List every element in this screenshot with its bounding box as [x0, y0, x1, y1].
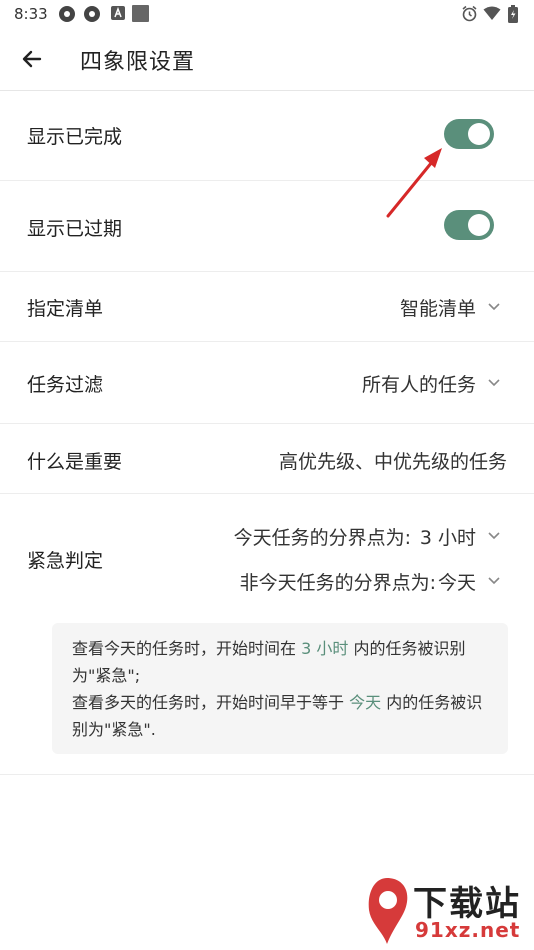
setting-label: 显示已过期	[27, 218, 123, 240]
urgency-info-box: 查看今天的任务时，开始时间在 3 小时 内的任务被识别为"紧急"; 查看多天的任…	[52, 623, 508, 754]
back-arrow-icon[interactable]	[16, 43, 48, 75]
setting-label: 任务过滤	[27, 374, 104, 396]
setting-row-list[interactable]: 指定清单 智能清单	[0, 272, 534, 342]
chevron-down-icon[interactable]	[487, 576, 501, 586]
show-completed-toggle[interactable]	[444, 119, 494, 149]
alarm-icon	[462, 5, 477, 22]
wifi-icon	[483, 6, 501, 20]
annotation-arrow-icon	[386, 148, 442, 218]
importance-value[interactable]: 高优先级、中优先级的任务	[279, 447, 507, 474]
info-highlight: 3 小时	[301, 639, 349, 658]
task-filter-value[interactable]: 所有人的任务	[362, 370, 476, 397]
info-text: 查看多天的任务时，开始时间早于等于	[72, 693, 350, 712]
watermark: 下载站 91xz.net	[359, 870, 534, 950]
setting-row-task-filter[interactable]: 任务过滤 所有人的任务	[0, 342, 534, 424]
chevron-down-icon[interactable]	[487, 531, 501, 541]
chevron-down-icon[interactable]	[487, 302, 501, 312]
list-value[interactable]: 智能清单	[400, 294, 476, 321]
page-title: 四象限设置	[80, 50, 196, 75]
app-notification-icon	[84, 6, 100, 22]
urgency-other-value[interactable]: 今天	[438, 568, 476, 595]
watermark-url: 91xz.net	[415, 918, 521, 942]
setting-row-show-overdue: 显示已过期	[0, 181, 534, 272]
toggle-knob	[468, 214, 490, 236]
setting-label: 显示已完成	[27, 126, 123, 148]
setting-label: 什么是重要	[27, 451, 123, 473]
chevron-down-icon[interactable]	[487, 378, 501, 388]
app-bar: 四象限设置	[0, 28, 534, 91]
urgency-today-label: 今天任务的分界点为:	[233, 527, 411, 549]
watermark-logo-icon	[368, 878, 408, 944]
square-notification-icon	[132, 5, 149, 22]
status-time: 8:33	[14, 5, 48, 23]
app-notification-icon	[59, 6, 75, 22]
setting-row-show-completed: 显示已完成	[0, 90, 534, 181]
battery-icon	[508, 5, 518, 23]
a-notification-icon	[111, 6, 125, 20]
setting-row-importance[interactable]: 什么是重要 高优先级、中优先级的任务	[0, 424, 534, 494]
info-text: 查看今天的任务时，开始时间在	[72, 639, 302, 658]
setting-label: 指定清单	[27, 298, 104, 320]
urgency-other-label: 非今天任务的分界点为:	[239, 572, 436, 594]
setting-label: 紧急判定	[27, 550, 104, 572]
status-bar: 8:33	[0, 0, 534, 28]
urgency-today-value[interactable]: 3 小时	[420, 523, 476, 550]
toggle-knob	[468, 123, 490, 145]
show-overdue-toggle[interactable]	[444, 210, 494, 240]
info-highlight: 今天	[349, 693, 382, 712]
